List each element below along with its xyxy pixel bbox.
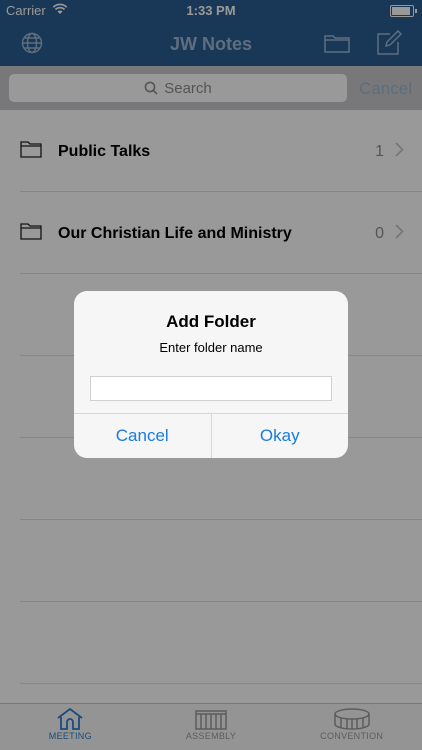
folder-name-input[interactable] xyxy=(90,376,332,401)
dialog-message: Enter folder name xyxy=(159,340,263,355)
dialog-title: Add Folder xyxy=(166,312,256,331)
dialog-buttons: Cancel Okay xyxy=(74,413,348,458)
add-folder-dialog: Add Folder Enter folder name Cancel Okay xyxy=(74,291,348,458)
cancel-button[interactable]: Cancel xyxy=(74,414,211,458)
okay-button[interactable]: Okay xyxy=(210,414,349,458)
